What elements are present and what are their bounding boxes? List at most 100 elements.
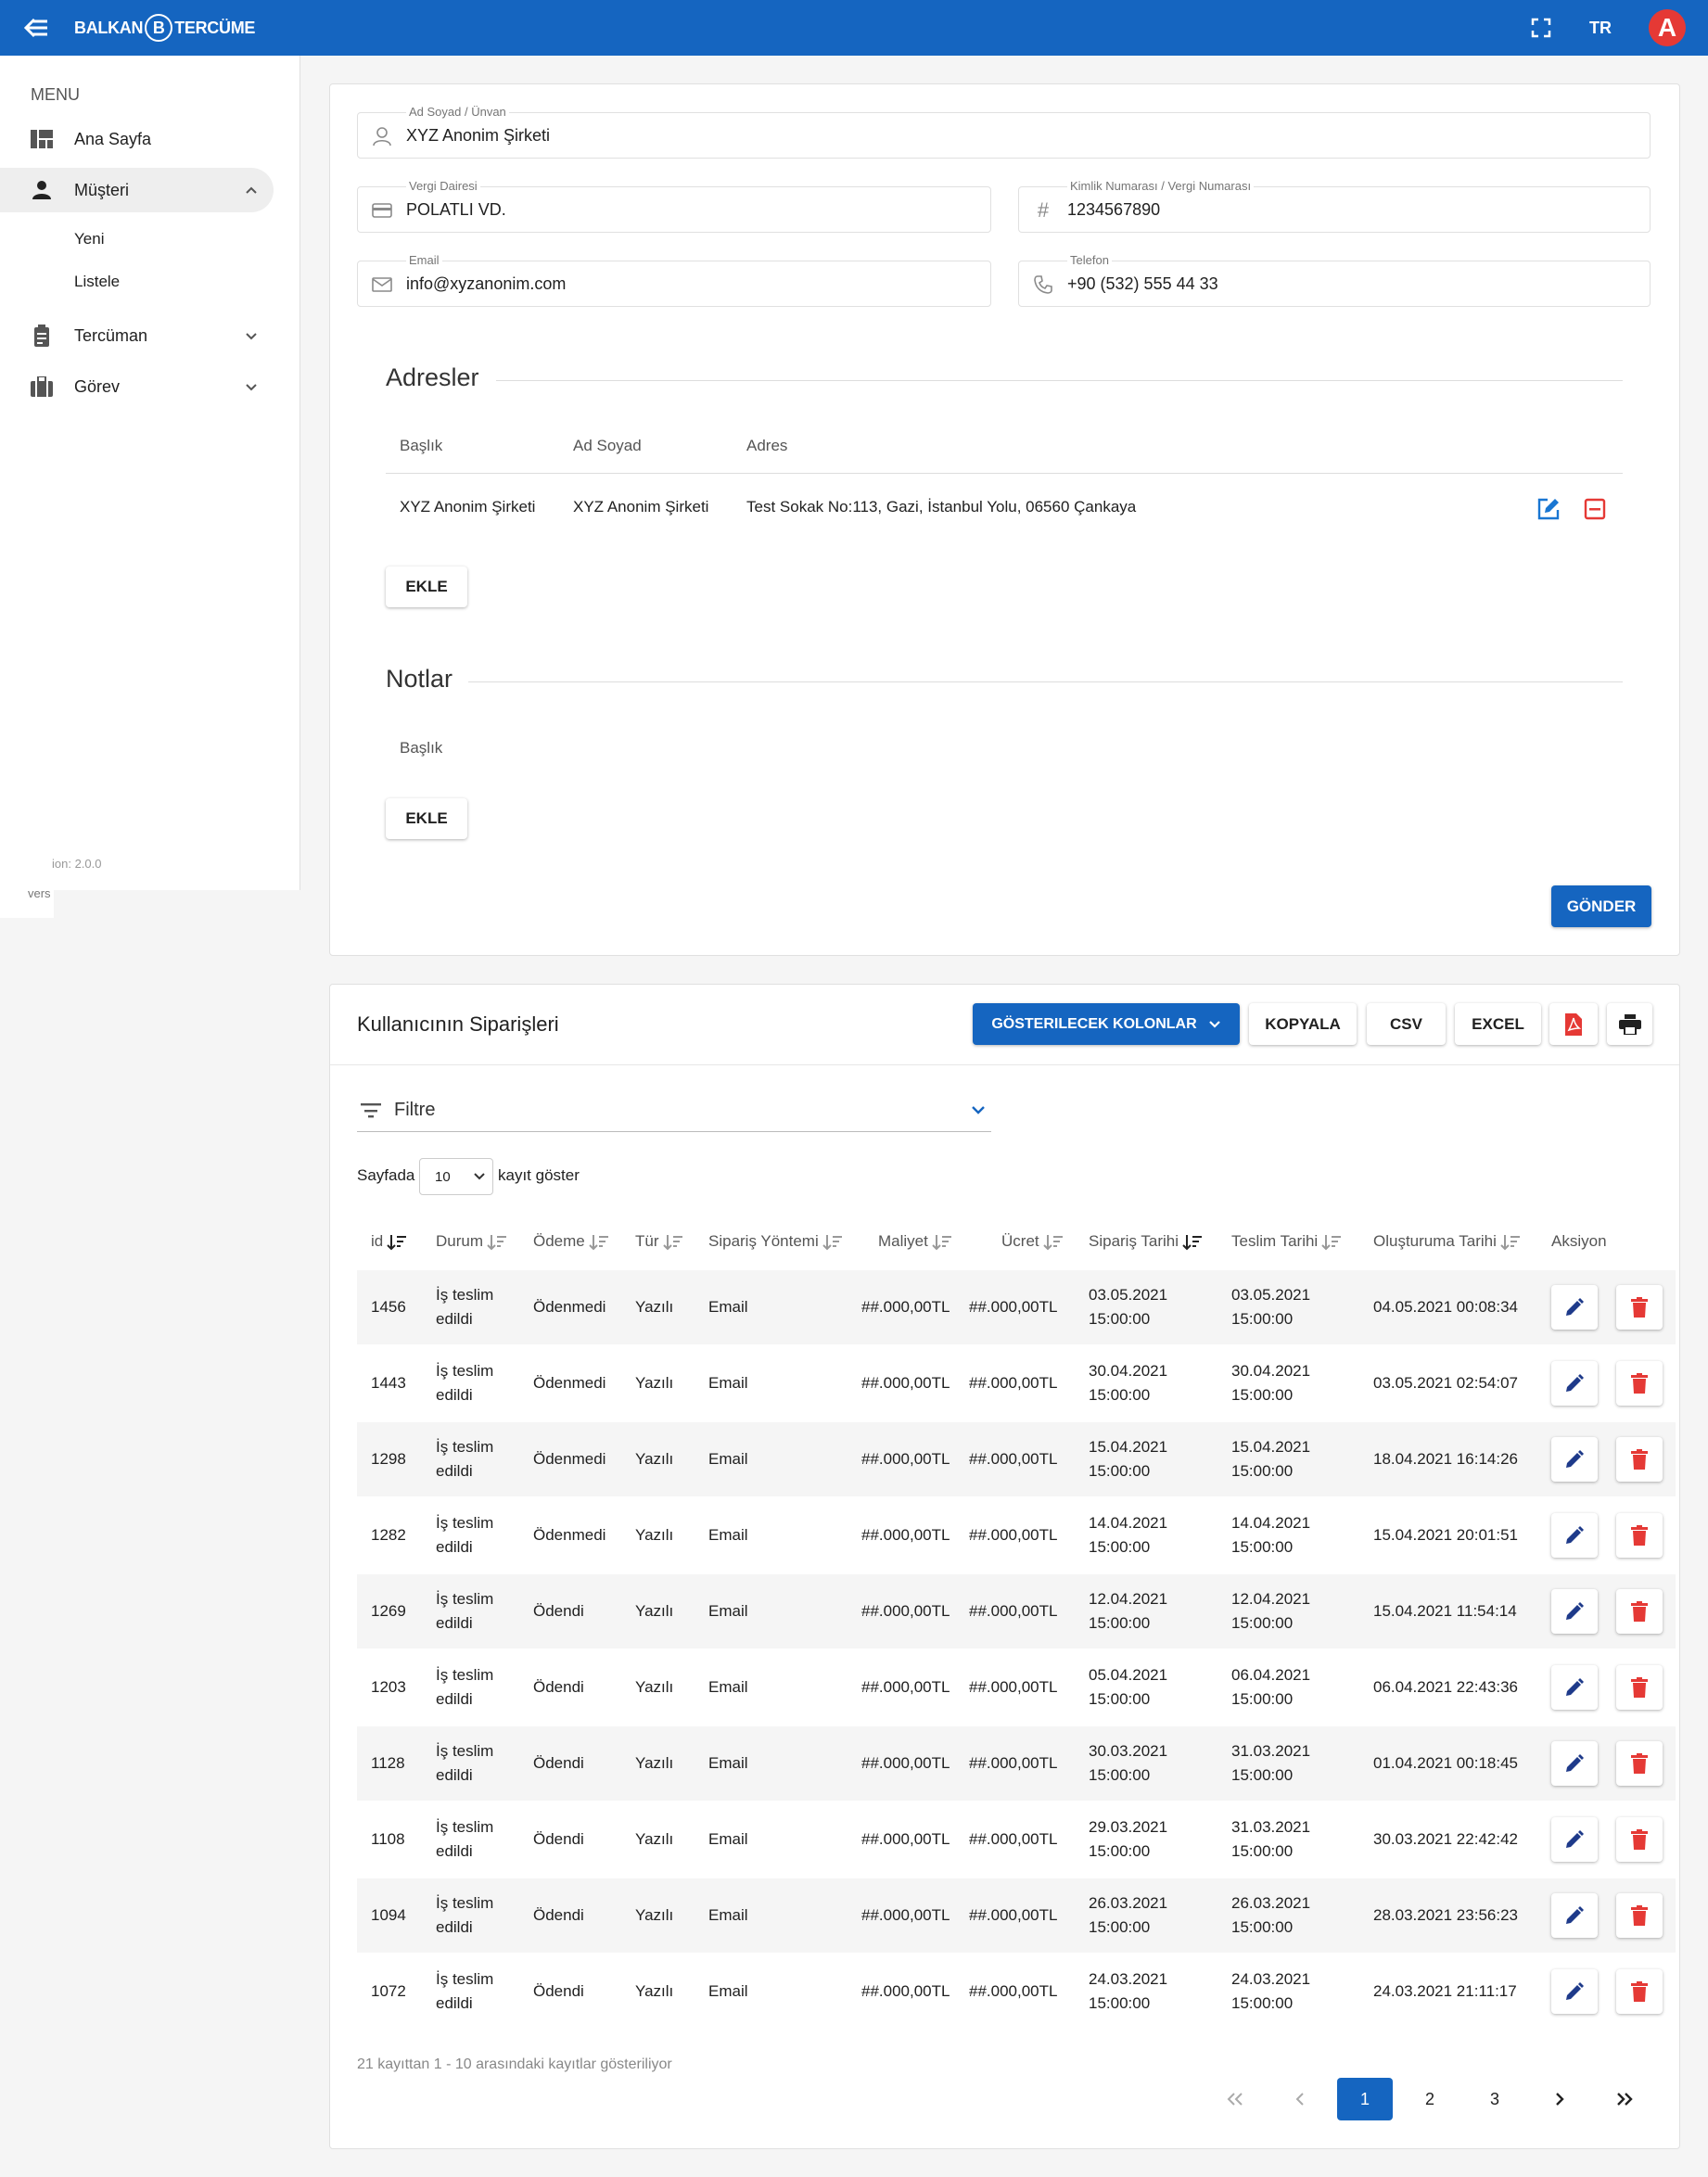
cell-order-time: 15:00:00: [1089, 1614, 1151, 1632]
sort-icon[interactable]: [659, 1232, 683, 1250]
orders-column-header[interactable]: Durum: [436, 1232, 507, 1251]
user-avatar[interactable]: A: [1649, 9, 1686, 46]
delete-order-button[interactable]: [1616, 1665, 1663, 1710]
cell-created-date: 30.03.2021 22:42:42: [1373, 1830, 1518, 1848]
delete-order-button[interactable]: [1616, 1741, 1663, 1786]
next-page-button[interactable]: [1532, 2078, 1587, 2120]
language-selector[interactable]: TR: [1589, 19, 1612, 38]
sort-icon[interactable]: [585, 1232, 609, 1250]
add-note-button[interactable]: EKLE: [386, 798, 467, 839]
name-field[interactable]: Ad Soyad / Ünvan XYZ Anonim Şirketi: [357, 105, 1651, 159]
back-arrow-icon[interactable]: [22, 14, 50, 42]
remove-address-icon[interactable]: [1581, 495, 1609, 523]
edit-order-button[interactable]: [1551, 1513, 1598, 1558]
sort-icon[interactable]: [1039, 1232, 1064, 1250]
edit-order-button[interactable]: [1551, 1741, 1598, 1786]
edit-order-button[interactable]: [1551, 1969, 1598, 2014]
app-logo[interactable]: BALKAN B TERCÜME: [74, 14, 255, 42]
trash-icon: [1631, 1449, 1648, 1470]
orders-column-header[interactable]: Tür: [635, 1232, 683, 1251]
submit-button[interactable]: GÖNDER: [1551, 885, 1651, 927]
edit-order-button[interactable]: [1551, 1893, 1598, 1938]
excel-button[interactable]: EXCEL: [1455, 1003, 1541, 1045]
cell-id: 1128: [371, 1754, 405, 1772]
cell-status: İş teslim: [436, 1438, 494, 1456]
delete-order-button[interactable]: [1616, 1893, 1663, 1938]
cell-status: edildi: [436, 1538, 473, 1556]
sort-icon[interactable]: [819, 1232, 843, 1250]
edit-order-button[interactable]: [1551, 1817, 1598, 1862]
orders-column-header[interactable]: id: [371, 1232, 407, 1251]
delete-order-button[interactable]: [1616, 1513, 1663, 1558]
page-button-1[interactable]: 1: [1337, 2078, 1393, 2120]
page-size-select[interactable]: 10: [419, 1158, 493, 1195]
sort-icon[interactable]: [1318, 1232, 1342, 1250]
notes-header-title: Başlık: [400, 739, 443, 757]
add-address-button[interactable]: EKLE: [386, 567, 467, 607]
pencil-icon: [1566, 1754, 1584, 1772]
sort-icon[interactable]: [1179, 1232, 1203, 1250]
delete-order-button[interactable]: [1616, 1817, 1663, 1862]
edit-order-button[interactable]: [1551, 1361, 1598, 1406]
page-button-2[interactable]: 2: [1402, 2078, 1458, 2120]
cell-payment: Ödendi: [533, 1678, 584, 1696]
delete-order-button[interactable]: [1616, 1969, 1663, 2014]
edit-order-button[interactable]: [1551, 1285, 1598, 1330]
pdf-button[interactable]: [1549, 1003, 1598, 1045]
top-app-bar: BALKAN B TERCÜME TR A: [0, 0, 1708, 56]
sort-icon[interactable]: [928, 1232, 952, 1250]
cell-status: İş teslim: [436, 1970, 494, 1988]
cell-payment: Ödenmedi: [533, 1526, 606, 1544]
cell-delivery-time: 15:00:00: [1231, 1462, 1294, 1480]
sidebar-item-tercuman[interactable]: Tercüman: [0, 313, 274, 358]
delete-order-button[interactable]: [1616, 1361, 1663, 1406]
sidebar-item-musteri[interactable]: Müşteri: [0, 168, 274, 212]
tax-office-field[interactable]: Vergi Dairesi POLATLI VD.: [357, 179, 991, 233]
sidebar-item-gorev[interactable]: Görev: [0, 364, 274, 409]
previous-page-button[interactable]: [1272, 2078, 1328, 2120]
sidebar-subitem-listele[interactable]: Listele: [74, 273, 120, 291]
cell-status: edildi: [436, 1766, 473, 1784]
page-size-value: 10: [435, 1168, 451, 1185]
cell-type: Yazılı: [635, 1602, 674, 1620]
delete-order-button[interactable]: [1616, 1437, 1663, 1482]
orders-column-header[interactable]: Teslim Tarihi: [1231, 1232, 1342, 1251]
cell-cost: ##.000,00TL: [861, 1678, 950, 1696]
orders-column-header[interactable]: Oluşturuma Tarihi: [1373, 1232, 1521, 1251]
sidebar-item-ana-sayfa[interactable]: Ana Sayfa: [0, 117, 274, 161]
edit-order-button[interactable]: [1551, 1437, 1598, 1482]
email-field[interactable]: Email info@xyzanonim.com: [357, 253, 991, 307]
tax-id-field[interactable]: Kimlik Numarası / Vergi Numarası # 12345…: [1018, 179, 1651, 233]
delete-order-button[interactable]: [1616, 1285, 1663, 1330]
sidebar-subitem-yeni[interactable]: Yeni: [74, 230, 104, 248]
orders-column-header[interactable]: Maliyet: [878, 1232, 952, 1251]
cell-created-date: 15.04.2021 20:01:51: [1373, 1526, 1518, 1544]
filter-expander[interactable]: Filtre: [357, 1089, 991, 1132]
cell-fee: ##.000,00TL: [969, 1450, 1058, 1468]
sort-icon[interactable]: [483, 1232, 507, 1250]
orders-column-header[interactable]: Ödeme: [533, 1232, 609, 1251]
orders-column-header[interactable]: Sipariş Yöntemi: [708, 1232, 843, 1251]
page-button-3[interactable]: 3: [1467, 2078, 1523, 2120]
copy-button[interactable]: KOPYALA: [1249, 1003, 1357, 1045]
cell-order-date: 12.04.2021: [1089, 1590, 1168, 1608]
show-columns-button[interactable]: GÖSTERILECEK KOLONLAR: [973, 1003, 1240, 1045]
edit-order-button[interactable]: [1551, 1589, 1598, 1634]
orders-column-header[interactable]: Sipariş Tarihi: [1089, 1232, 1203, 1251]
csv-button[interactable]: CSV: [1367, 1003, 1446, 1045]
cell-status: İş teslim: [436, 1894, 494, 1912]
sort-icon[interactable]: [383, 1232, 407, 1250]
delete-order-button[interactable]: [1616, 1589, 1663, 1634]
edit-address-icon[interactable]: [1535, 495, 1562, 523]
fullscreen-icon[interactable]: [1530, 17, 1552, 39]
pencil-icon: [1566, 1450, 1584, 1468]
cell-cost: ##.000,00TL: [861, 1374, 950, 1392]
orders-column-header[interactable]: Ücret: [1001, 1232, 1064, 1251]
phone-field[interactable]: Telefon +90 (532) 555 44 33: [1018, 253, 1651, 307]
cell-id: 1282: [371, 1526, 406, 1544]
sort-icon[interactable]: [1497, 1232, 1521, 1250]
first-page-button[interactable]: [1207, 2078, 1263, 2120]
edit-order-button[interactable]: [1551, 1665, 1598, 1710]
last-page-button[interactable]: [1597, 2078, 1652, 2120]
print-button[interactable]: [1607, 1003, 1652, 1045]
